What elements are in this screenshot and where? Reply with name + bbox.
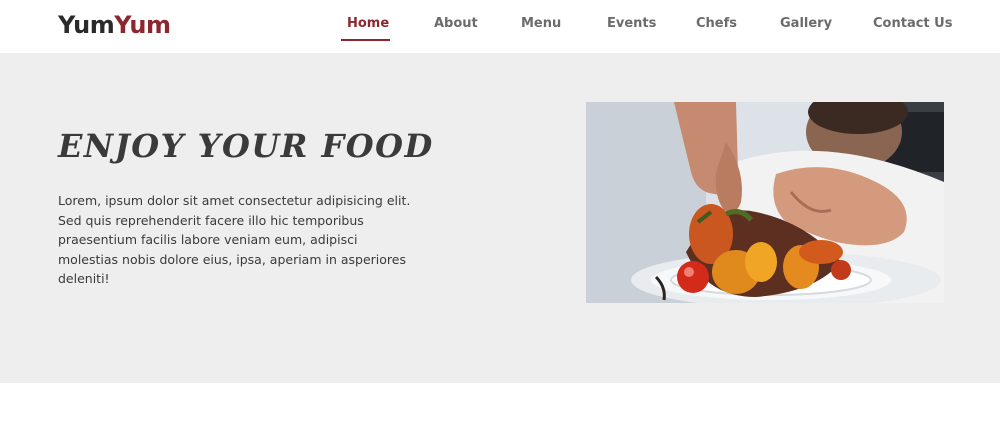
hero-section: ENJOY YOUR FOOD Lorem, ipsum dolor sit a… — [0, 53, 1000, 383]
chef-plating-illustration — [586, 102, 944, 303]
brand-logo-part2: Yum — [114, 11, 171, 39]
brand-logo-part1: Yum — [58, 11, 115, 39]
hero-image — [586, 102, 944, 303]
nav-about[interactable]: About — [434, 16, 478, 31]
nav-chefs[interactable]: Chefs — [696, 16, 737, 31]
nav-menu[interactable]: Menu — [521, 16, 561, 31]
nav-contact-us[interactable]: Contact Us — [873, 16, 952, 31]
content-section — [0, 383, 1000, 446]
navbar: YumYum Home About Menu Events Chefs Gall… — [0, 0, 1000, 53]
hero-title: ENJOY YOUR FOOD — [58, 127, 434, 165]
nav-events[interactable]: Events — [607, 16, 656, 31]
brand-logo[interactable]: YumYum — [58, 11, 171, 39]
nav-active-indicator — [341, 39, 390, 41]
nav-gallery[interactable]: Gallery — [780, 16, 832, 31]
nav-home[interactable]: Home — [347, 16, 389, 31]
hero-description: Lorem, ipsum dolor sit amet consectetur … — [58, 193, 411, 286]
